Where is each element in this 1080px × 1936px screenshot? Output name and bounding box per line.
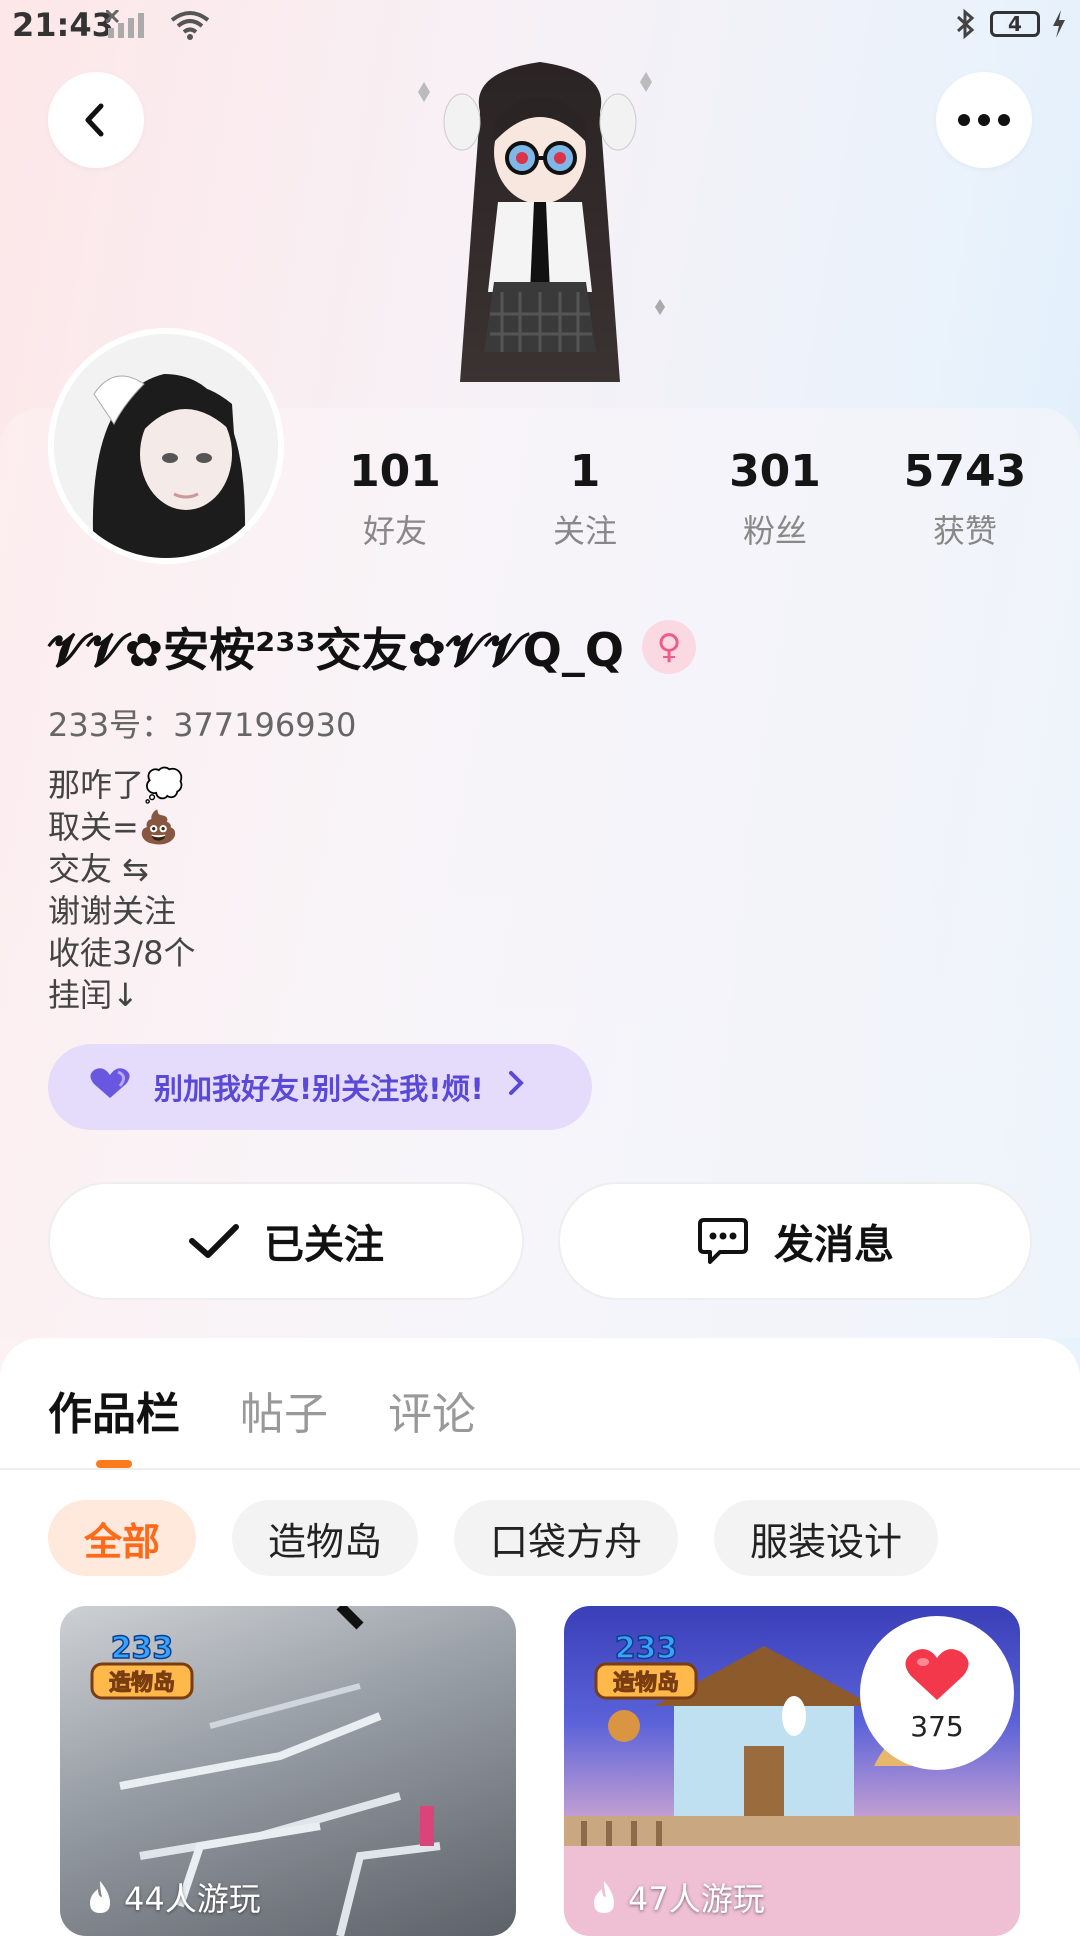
bio-line: 挂闰↓ [48, 976, 139, 1014]
logo-label: 造物岛 [613, 1670, 679, 1696]
nickname: 𝓥𝓥✿安桉²³³交友✿𝓥𝓥Q_Q [48, 623, 625, 677]
wifi-icon [170, 11, 210, 40]
creation-island-logo: 233 造物岛 [594, 1630, 698, 1700]
bio-line: 取关=💩 [48, 808, 179, 846]
avatar-image [54, 334, 278, 558]
bluetooth-icon [956, 8, 975, 40]
stat-label: 粉丝 [742, 512, 807, 551]
battery-icon: 4 [990, 11, 1040, 37]
status-icons-right: 4 [954, 8, 1066, 40]
chevron-left-icon [85, 103, 104, 137]
like-count: 375 [910, 1709, 964, 1743]
stat-value: 1 [569, 446, 601, 497]
heart-icon [88, 1066, 132, 1109]
play-count: 44人游玩 [86, 1874, 261, 1920]
female-gender-icon: ♀ [642, 620, 697, 674]
back-button[interactable] [48, 72, 144, 168]
status-time: 21:43 [12, 6, 114, 44]
status-bar: 21:43 4 [0, 0, 1080, 54]
works-grid: 233 造物岛 44人游玩 233 造物岛 375 47人游玩 [60, 1606, 1020, 1936]
more-button[interactable] [936, 72, 1032, 168]
nickname-row: 𝓥𝓥✿安桉²³³交友✿𝓥𝓥Q_Q ♀ [48, 614, 697, 680]
flame-icon [594, 1881, 614, 1913]
content-panel: 作品栏 帖子 评论 全部 造物岛 口袋方舟 服装设计 233 造物岛 44人游玩… [0, 1338, 1080, 1936]
chip-all[interactable]: 全部 [48, 1500, 197, 1576]
bio-line: 交友 ⇆ [48, 850, 149, 888]
tab-comments[interactable]: 评论 [388, 1378, 476, 1442]
logo-label: 造物岛 [109, 1670, 175, 1696]
divider [0, 1468, 1080, 1470]
character-avatar-illustration[interactable] [410, 52, 670, 408]
work-card[interactable]: 233 造物岛 44人游玩 [60, 1606, 516, 1936]
flame-icon [90, 1881, 110, 1913]
logo-number: 233 [615, 1631, 678, 1666]
tab-posts[interactable]: 帖子 [240, 1378, 328, 1442]
stat-label: 关注 [552, 512, 617, 551]
play-count: 47人游玩 [590, 1874, 765, 1920]
logo-number: 233 [111, 1631, 174, 1666]
profile-card: 101 好友 1 关注 301 粉丝 5743 获赞 𝓥𝓥✿安桉²³³交友✿𝓥𝓥… [0, 328, 1080, 1338]
stats-row: 101 好友 1 关注 301 粉丝 5743 获赞 [300, 446, 1060, 552]
creation-island-logo: 233 造物岛 [90, 1630, 194, 1700]
active-tab-indicator [96, 1460, 132, 1468]
bio-line: 那咋了💭 [48, 766, 184, 804]
signal-icon [106, 10, 144, 38]
followed-label: 已关注 [264, 1222, 384, 1268]
chip-creation-island[interactable]: 造物岛 [232, 1500, 419, 1576]
followed-button[interactable]: 已关注 [48, 1182, 524, 1300]
stat-value: 101 [349, 446, 441, 497]
stat-label: 获赞 [932, 512, 997, 551]
chat-bubble-icon [698, 1218, 748, 1264]
message-label: 发消息 [774, 1222, 894, 1268]
play-count-text: 47人游玩 [628, 1880, 765, 1918]
status-icons-left [106, 10, 210, 40]
stat-following[interactable]: 1 关注 [490, 446, 680, 552]
heart-icon [905, 1648, 969, 1700]
play-count-text: 44人游玩 [124, 1880, 261, 1918]
category-filter: 全部 造物岛 口袋方舟 服装设计 [48, 1500, 939, 1576]
more-dots-icon [958, 114, 1010, 126]
notice-text: 别加我好友!别关注我!烦! [154, 1072, 484, 1106]
bio-line: 收徒3/8个 [48, 934, 196, 972]
chevron-right-icon [506, 1069, 526, 1105]
stat-value: 5743 [903, 446, 1027, 497]
content-tabs: 作品栏 帖子 评论 [48, 1378, 476, 1442]
check-icon [189, 1224, 239, 1258]
bio-line: 谢谢关注 [48, 892, 177, 930]
chip-pocket-ark[interactable]: 口袋方舟 [454, 1500, 679, 1576]
charging-icon [1053, 10, 1065, 38]
stat-value: 301 [729, 446, 821, 497]
stat-friends[interactable]: 101 好友 [300, 446, 490, 552]
tab-works[interactable]: 作品栏 [48, 1378, 180, 1442]
like-badge[interactable]: 375 [860, 1616, 1014, 1770]
work-card[interactable]: 233 造物岛 375 47人游玩 [564, 1606, 1020, 1936]
send-message-button[interactable]: 发消息 [558, 1182, 1032, 1300]
stat-likes[interactable]: 5743 获赞 [870, 446, 1060, 552]
chip-outfit-design[interactable]: 服装设计 [714, 1500, 939, 1576]
stat-fans[interactable]: 301 粉丝 [680, 446, 870, 552]
avatar[interactable] [48, 328, 284, 564]
user-id: 233号：377196930 [48, 706, 357, 744]
stat-label: 好友 [362, 512, 427, 551]
status-notice-pill[interactable]: 别加我好友!别关注我!烦! [48, 1044, 592, 1130]
bio: 那咋了💭 取关=💩 交友 ⇆ 谢谢关注 收徒3/8个 挂闰↓ [48, 764, 196, 1016]
